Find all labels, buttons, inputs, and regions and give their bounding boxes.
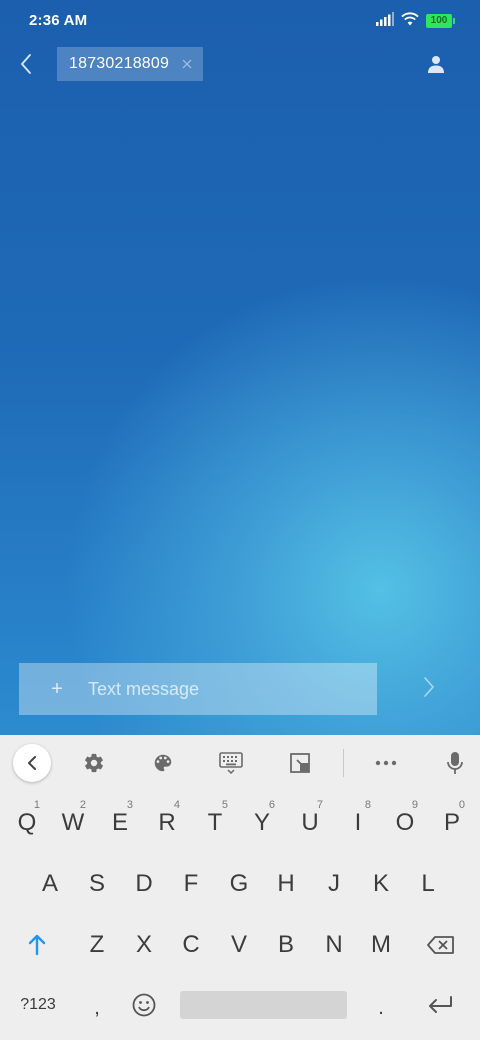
key-label: P [443,809,460,836]
voice-input-button[interactable] [437,745,473,781]
key-f[interactable]: F [168,856,214,912]
back-button[interactable] [12,50,40,78]
chevron-left-icon [21,54,31,74]
backspace-icon [427,936,454,954]
keyboard-layout-button[interactable] [213,745,249,781]
gear-icon [85,753,103,773]
toolbar-divider [343,749,344,777]
key-label: U [301,809,319,836]
key-hint: 9 [411,799,418,811]
key-o[interactable]: 9 O [382,795,428,851]
wifi-icon [401,11,419,31]
keyboard-resize-button[interactable] [282,745,318,781]
close-icon [182,59,192,69]
message-input[interactable] [88,673,358,705]
key-l[interactable]: L [405,856,451,912]
backspace-key[interactable] [418,917,464,973]
soft-keyboard: 1 Q 2 W 3 E 4 R 5 T 6 Y 7 U 8 I 9 O 0 P … [0,735,480,1040]
collapse-icon [28,756,36,770]
keyboard-settings-button[interactable] [76,745,112,781]
battery-level: 100 [430,15,448,26]
emoji-icon [132,993,156,1017]
key-i[interactable]: 8 I [335,795,381,851]
more-icon [375,760,397,766]
recipient-number: 18730218809 [69,55,170,72]
key-k[interactable]: K [358,856,404,912]
key-label: Q [17,809,37,836]
palette-icon [154,754,172,772]
key-label: O [395,809,415,836]
compose-bar: + [19,663,377,715]
key-e[interactable]: 3 E [97,795,143,851]
key-s[interactable]: S [74,856,120,912]
key-label: R [158,809,176,836]
contact-button[interactable] [424,52,448,76]
key-hint: 6 [268,799,275,811]
recipient-chip[interactable]: 18730218809 [57,47,203,81]
status-time: 2:36 AM [29,12,88,29]
key-v[interactable]: V [216,917,262,973]
status-icons: 100 [376,11,455,31]
comma-key[interactable]: , [74,980,120,1036]
key-c[interactable]: C [168,917,214,973]
key-p[interactable]: 0 P [429,795,475,851]
key-b[interactable]: B [263,917,309,973]
key-label: T [207,809,223,836]
attach-button[interactable]: + [45,677,69,701]
shift-arrow-icon [28,934,46,956]
key-m[interactable]: M [358,917,404,973]
messaging-screen: 2:36 AM 100 18730218809 + Text message 1… [0,0,480,1040]
key-hint: 4 [173,799,180,811]
battery-tip [453,18,455,24]
person-icon [428,56,444,73]
key-y[interactable]: 6 Y [239,795,285,851]
key-hint: 5 [221,799,228,811]
signal-icon [376,11,394,31]
conversation-header: 18730218809 [0,42,480,88]
keyboard-collapse-button[interactable] [13,744,51,782]
battery-icon: 100 [426,14,455,28]
key-hint: 1 [33,799,40,811]
key-g[interactable]: G [216,856,262,912]
shift-key[interactable] [14,917,60,973]
enter-icon [429,996,452,1013]
key-w[interactable]: 2 W [50,795,96,851]
remove-recipient-button[interactable] [179,56,195,72]
key-hint: 2 [79,799,86,811]
key-label: I [354,809,362,836]
key-q[interactable]: 1 Q [4,795,50,851]
key-hint: 7 [316,799,323,811]
keyboard-theme-button[interactable] [145,745,181,781]
key-n[interactable]: N [311,917,357,973]
emoji-key[interactable] [121,977,167,1033]
keyboard-icon [219,752,243,774]
key-h[interactable]: H [263,856,309,912]
microphone-icon [447,752,463,774]
key-z[interactable]: Z [74,917,120,973]
send-button[interactable] [414,672,444,702]
key-r[interactable]: 4 R [144,795,190,851]
chevron-right-icon [424,677,434,697]
key-a[interactable]: A [27,856,73,912]
period-key[interactable]: . [358,980,404,1036]
symbols-key[interactable]: ?123 [14,977,62,1033]
key-label: E [111,809,128,836]
enter-key[interactable] [418,977,464,1033]
key-d[interactable]: D [121,856,167,912]
key-u[interactable]: 7 U [287,795,333,851]
key-hint: 0 [458,799,465,811]
resize-icon [290,753,310,773]
space-key[interactable] [180,991,347,1019]
key-label: W [61,809,85,836]
keyboard-toolbar [0,735,480,790]
keyboard-more-button[interactable] [368,745,404,781]
key-hint: 8 [364,799,371,811]
status-bar: 2:36 AM 100 [0,0,480,42]
key-t[interactable]: 5 T [192,795,238,851]
key-x[interactable]: X [121,917,167,973]
key-hint: 3 [126,799,133,811]
key-label: Y [253,809,270,836]
key-j[interactable]: J [311,856,357,912]
